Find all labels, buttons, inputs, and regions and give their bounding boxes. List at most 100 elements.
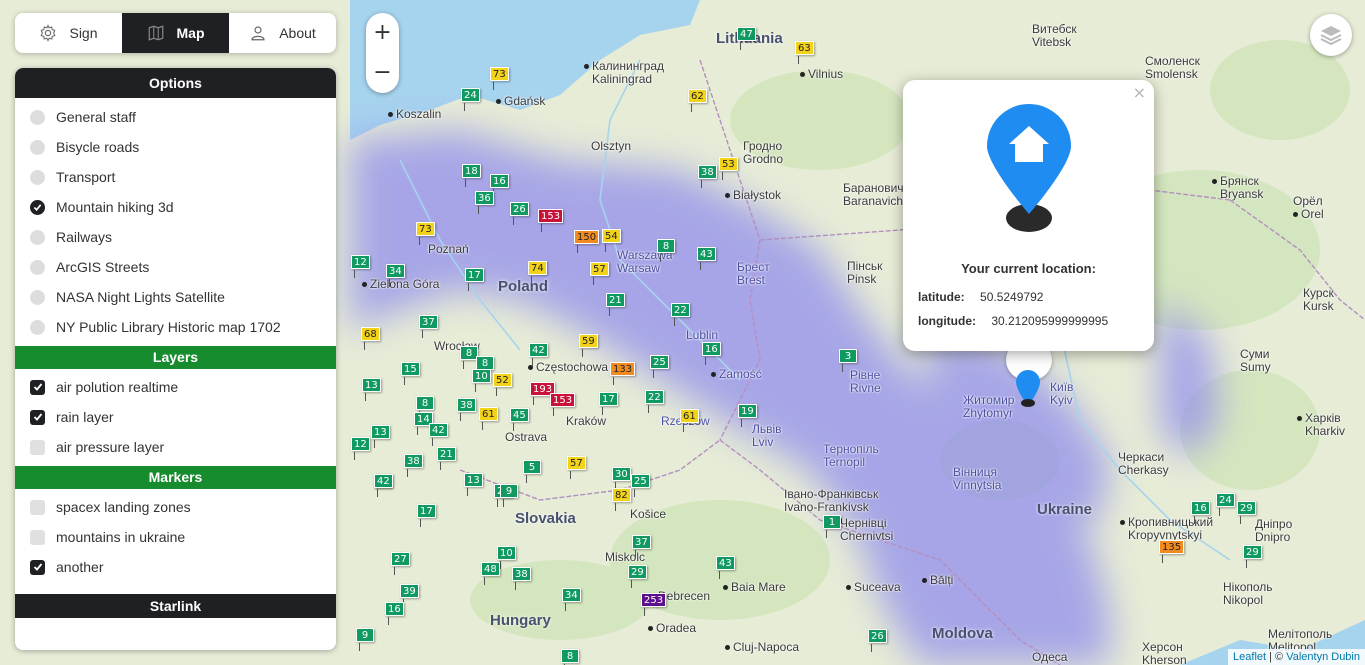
aqi-marker[interactable]: 24	[461, 88, 480, 111]
marker-spacex[interactable]: spacex landing zones	[15, 492, 336, 522]
aqi-marker[interactable]: 42	[429, 423, 448, 446]
radio-icon[interactable]	[30, 289, 45, 305]
aqi-marker[interactable]: 29	[628, 565, 647, 588]
aqi-marker[interactable]: 73	[490, 67, 509, 90]
aqi-marker[interactable]: 1	[823, 515, 841, 538]
aqi-marker[interactable]: 63	[795, 41, 814, 64]
aqi-marker[interactable]: 3	[839, 349, 857, 372]
aqi-marker[interactable]: 135	[1159, 540, 1185, 563]
aqi-marker[interactable]: 8	[561, 649, 579, 665]
aqi-marker[interactable]: 42	[529, 343, 548, 366]
aqi-marker[interactable]: 74	[528, 261, 547, 284]
popup-close-button[interactable]: ×	[1133, 83, 1146, 102]
option-railways[interactable]: Railways	[15, 222, 336, 252]
aqi-marker[interactable]: 153	[538, 209, 564, 232]
aqi-marker[interactable]: 47	[737, 27, 756, 50]
aqi-marker[interactable]: 59	[579, 334, 598, 357]
aqi-marker[interactable]: 17	[417, 504, 436, 527]
location-pin-icon[interactable]	[1013, 368, 1043, 408]
aqi-marker[interactable]: 48	[481, 562, 500, 585]
aqi-marker[interactable]: 13	[362, 378, 381, 401]
tab-sign[interactable]: Sign	[15, 13, 122, 53]
aqi-marker[interactable]: 38	[404, 454, 423, 477]
aqi-marker[interactable]: 5	[523, 460, 541, 483]
aqi-marker[interactable]: 150	[574, 230, 600, 253]
aqi-marker[interactable]: 133	[610, 362, 636, 385]
zoom-out-button[interactable]: −	[366, 54, 399, 92]
radio-icon[interactable]	[30, 139, 45, 155]
leaflet-link[interactable]: Leaflet	[1233, 651, 1266, 663]
marker-another[interactable]: another	[15, 552, 336, 582]
checkbox-icon[interactable]	[30, 499, 45, 515]
aqi-marker[interactable]: 9	[356, 628, 374, 651]
tab-about[interactable]: About	[229, 13, 336, 53]
aqi-marker[interactable]: 57	[567, 456, 586, 479]
checkbox-checked-icon[interactable]	[30, 559, 45, 575]
layers-toggle-button[interactable]	[1310, 14, 1352, 56]
aqi-marker[interactable]: 16	[1191, 501, 1210, 524]
aqi-marker[interactable]: 24	[1216, 493, 1235, 516]
aqi-marker[interactable]: 54	[602, 229, 621, 252]
aqi-marker[interactable]: 13	[464, 473, 483, 496]
aqi-marker[interactable]: 253	[641, 593, 667, 616]
option-nasa-night-lights[interactable]: NASA Night Lights Satellite	[15, 282, 336, 312]
aqi-marker[interactable]: 34	[562, 588, 581, 611]
aqi-marker[interactable]: 12	[351, 255, 370, 278]
aqi-marker[interactable]: 38	[457, 398, 476, 421]
aqi-marker[interactable]: 10	[472, 369, 491, 392]
tab-map[interactable]: Map	[122, 13, 229, 53]
aqi-marker[interactable]: 21	[437, 447, 456, 470]
aqi-marker[interactable]: 8	[416, 396, 434, 419]
aqi-marker[interactable]: 26	[868, 629, 887, 652]
aqi-marker[interactable]: 37	[419, 315, 438, 338]
checkbox-icon[interactable]	[30, 439, 45, 455]
aqi-marker[interactable]: 16	[385, 602, 404, 625]
radio-icon[interactable]	[30, 229, 45, 245]
radio-icon[interactable]	[30, 319, 45, 335]
aqi-marker[interactable]: 26	[510, 202, 529, 225]
aqi-marker[interactable]: 38	[512, 567, 531, 590]
aqi-marker[interactable]: 38	[698, 165, 717, 188]
aqi-marker[interactable]: 45	[510, 408, 529, 431]
aqi-marker[interactable]: 22	[645, 390, 664, 413]
aqi-marker[interactable]: 9	[500, 484, 518, 507]
aqi-marker[interactable]: 34	[386, 264, 405, 287]
aqi-marker[interactable]: 16	[702, 342, 721, 365]
layer-air-pressure[interactable]: air pressure layer	[15, 432, 336, 462]
aqi-marker[interactable]: 52	[493, 373, 512, 396]
aqi-marker[interactable]: 29	[1243, 545, 1262, 568]
aqi-marker[interactable]: 43	[716, 556, 735, 579]
aqi-marker[interactable]: 27	[391, 552, 410, 575]
radio-icon[interactable]	[30, 259, 45, 275]
aqi-marker[interactable]: 8	[657, 239, 675, 262]
aqi-marker[interactable]: 61	[479, 407, 498, 430]
aqi-marker[interactable]: 25	[631, 474, 650, 497]
aqi-marker[interactable]: 82	[612, 488, 631, 511]
option-arcgis-streets[interactable]: ArcGIS Streets	[15, 252, 336, 282]
option-transport[interactable]: Transport	[15, 162, 336, 192]
aqi-marker[interactable]: 12	[351, 437, 370, 460]
aqi-marker[interactable]: 39	[400, 584, 419, 607]
aqi-marker[interactable]: 30	[612, 467, 631, 490]
aqi-marker[interactable]: 15	[401, 362, 420, 385]
aqi-marker[interactable]: 61	[680, 409, 699, 432]
aqi-marker[interactable]: 25	[650, 355, 669, 378]
aqi-marker[interactable]: 62	[688, 89, 707, 112]
aqi-marker[interactable]: 73	[416, 222, 435, 245]
aqi-marker[interactable]: 57	[590, 262, 609, 285]
aqi-marker[interactable]: 153	[550, 393, 576, 416]
aqi-marker[interactable]: 37	[632, 535, 651, 558]
aqi-marker[interactable]: 43	[697, 247, 716, 270]
zoom-in-button[interactable]: +	[366, 14, 399, 52]
aqi-marker[interactable]: 68	[361, 327, 380, 350]
layer-rain[interactable]: rain layer	[15, 402, 336, 432]
aqi-marker[interactable]: 18	[462, 164, 481, 187]
author-link[interactable]: Valentyn Dubin	[1286, 651, 1360, 663]
aqi-marker[interactable]: 17	[465, 268, 484, 291]
checkbox-checked-icon[interactable]	[30, 379, 45, 395]
aqi-marker[interactable]: 13	[371, 425, 390, 448]
aqi-marker[interactable]: 42	[374, 474, 393, 497]
aqi-marker[interactable]: 53	[719, 157, 738, 180]
aqi-marker[interactable]: 10	[497, 546, 516, 569]
aqi-marker[interactable]: 16	[490, 174, 509, 197]
